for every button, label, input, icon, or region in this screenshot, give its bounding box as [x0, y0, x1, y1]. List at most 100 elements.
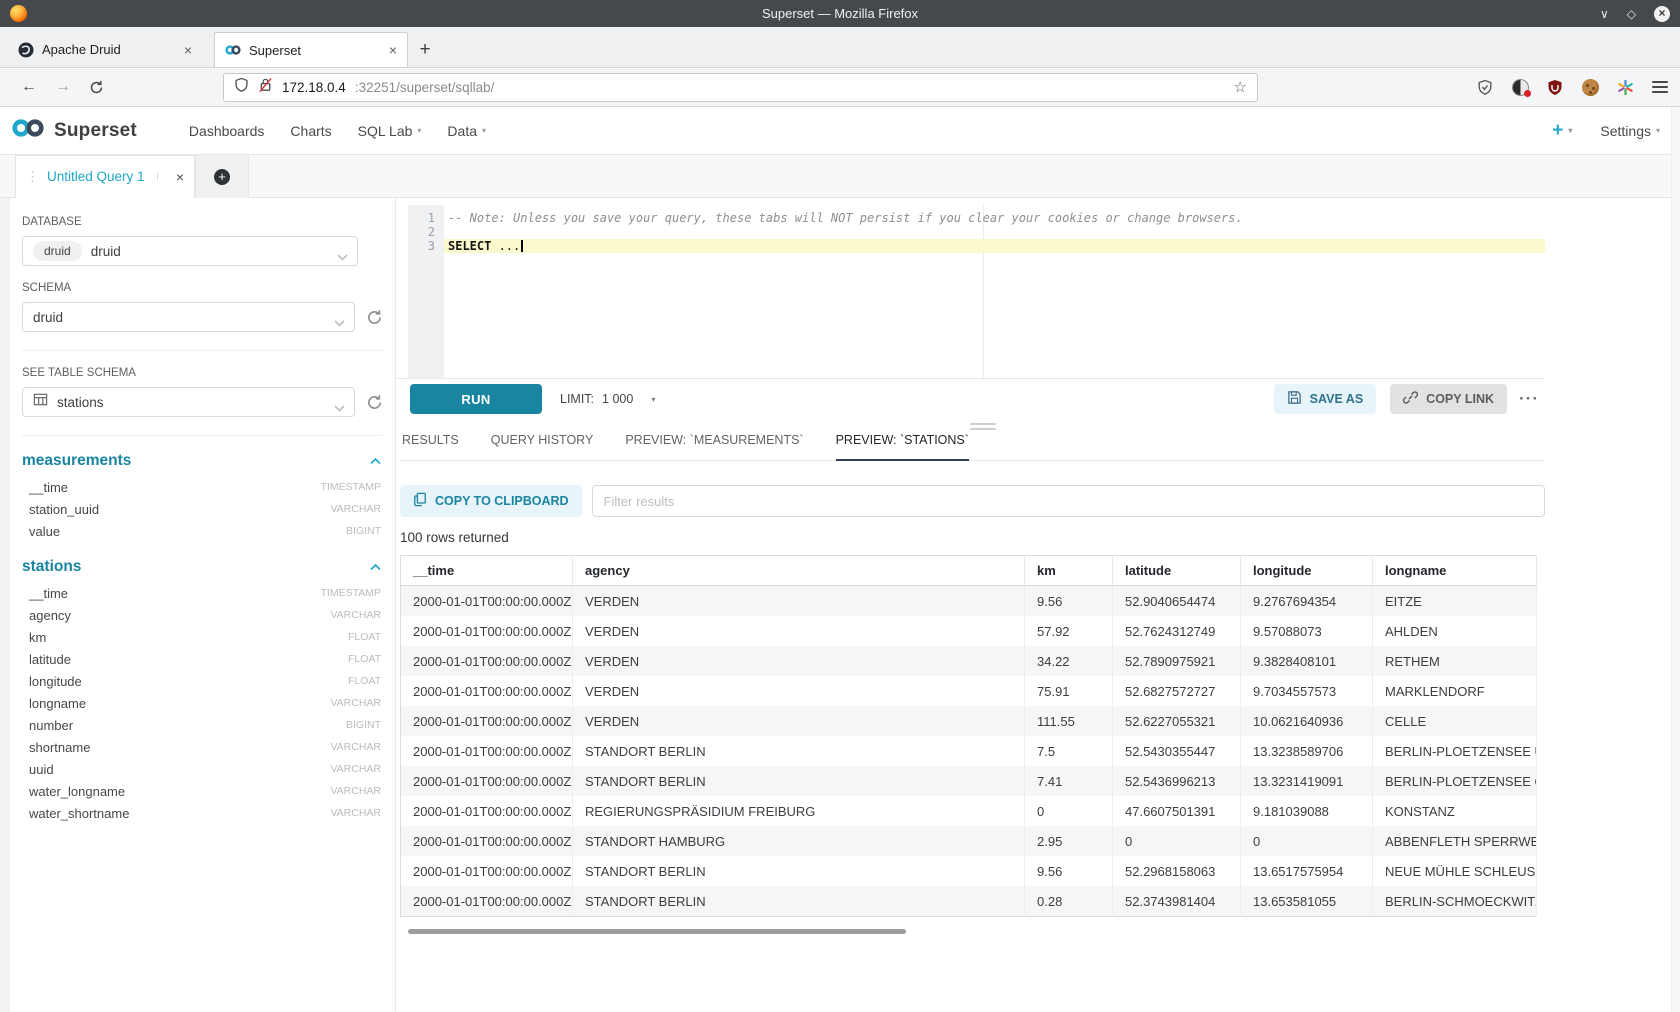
table-header-row: __time agency km latitude longitude long… [401, 556, 1537, 586]
ublock-extension-icon[interactable] [1546, 78, 1564, 96]
table-cell: 2000-01-01T00:00:00.000Z [401, 856, 573, 886]
save-as-button[interactable]: SAVE AS [1274, 384, 1377, 414]
column-header[interactable]: latitude [1113, 556, 1241, 586]
settings-menu[interactable]: Settings▾ [1600, 123, 1660, 139]
nav-item-sql-lab[interactable]: SQL Lab▾ [358, 123, 422, 139]
reload-button[interactable] [89, 80, 104, 95]
sql-editor[interactable]: 1 2 3 -- Note: Unless you save your quer… [396, 205, 1545, 378]
shield-extension-icon[interactable] [1476, 78, 1494, 96]
nav-item-data[interactable]: Data▾ [447, 123, 486, 139]
page-scrollbar[interactable] [1671, 107, 1680, 1012]
table-cell: REGIERUNGSPRÄSIDIUM FREIBURG [573, 796, 1025, 826]
column-row: longnameVARCHAR [22, 692, 383, 714]
run-button[interactable]: RUN [410, 384, 542, 414]
table-row: 2000-01-01T00:00:00.000ZVERDEN9.5652.904… [401, 586, 1537, 617]
column-header[interactable]: agency [573, 556, 1025, 586]
add-query-tab-button[interactable]: + [195, 155, 249, 198]
table-header-stations[interactable]: stations [22, 558, 381, 576]
filter-results-input[interactable] [592, 485, 1545, 517]
insecure-lock-icon[interactable] [258, 77, 273, 98]
browser-tab-apache-druid[interactable]: Apache Druid × [8, 32, 202, 67]
database-select[interactable]: druid druid [22, 236, 358, 266]
tab-close-icon[interactable]: × [184, 42, 192, 58]
chevron-up-icon[interactable] [370, 558, 381, 576]
limit-control[interactable]: LIMIT: 1 000 ▾ [560, 392, 655, 406]
schema-select[interactable]: druid [22, 302, 355, 332]
table-cell: 13.653581055 [1241, 886, 1373, 917]
menu-hamburger-icon[interactable] [1652, 81, 1668, 93]
table-cell: 52.9040654474 [1113, 586, 1241, 617]
back-button[interactable]: ← [21, 78, 37, 96]
editor-pane: 1 2 3 -- Note: Unless you save your quer… [396, 198, 1680, 1012]
bookmark-star-icon[interactable]: ☆ [1234, 78, 1247, 96]
copy-link-button[interactable]: COPY LINK [1390, 384, 1507, 414]
chevron-up-icon[interactable] [370, 452, 381, 470]
chevron-down-icon: ▾ [417, 126, 421, 135]
panel-resize-handle[interactable] [970, 423, 996, 433]
column-row: station_uuidVARCHAR [22, 498, 383, 520]
extension-icons [1476, 78, 1634, 96]
column-header[interactable]: km [1025, 556, 1113, 586]
cookie-extension-icon[interactable] [1581, 78, 1599, 96]
query-tab-close-icon[interactable]: × [176, 169, 184, 185]
column-header[interactable]: longname [1373, 556, 1537, 586]
window-maximize-icon[interactable]: ◇ [1627, 7, 1636, 21]
horizontal-scrollbar-thumb[interactable] [408, 929, 906, 934]
tab-preview-stations[interactable]: PREVIEW: `STATIONS` [836, 433, 969, 461]
limit-value: 1 000 [602, 392, 633, 406]
more-options-icon[interactable]: ··· [1519, 389, 1539, 409]
screen: Superset — Mozilla Firefox ∨ ◇ × Apache … [0, 0, 1680, 1012]
table-cell: VERDEN [573, 616, 1025, 646]
nav-item-dashboards[interactable]: Dashboards [189, 123, 265, 139]
table-row: 2000-01-01T00:00:00.000ZVERDEN34.2252.78… [401, 646, 1537, 676]
refresh-schema-icon[interactable] [366, 309, 383, 326]
url-input[interactable]: 172.18.0.4:32251/superset/sqllab/ ☆ [223, 73, 1258, 102]
new-item-button[interactable]: +▾ [1552, 120, 1572, 142]
table-header-measurements[interactable]: measurements [22, 452, 381, 470]
table-cell: BERLIN-PLOETZENSEE UP [1373, 736, 1537, 766]
chevron-down-icon: ▾ [482, 126, 486, 135]
browser-tab-superset[interactable]: Superset × [214, 32, 408, 67]
tab-preview-measurements[interactable]: PREVIEW: `MEASUREMENTS` [625, 433, 803, 460]
window-titlebar: Superset — Mozilla Firefox ∨ ◇ × [0, 0, 1680, 27]
table-cell: 9.2767694354 [1241, 586, 1373, 617]
column-header[interactable]: __time [401, 556, 573, 586]
tab-label: Superset [249, 43, 381, 58]
table-cell: 2000-01-01T00:00:00.000Z [401, 826, 573, 856]
table-cell: 9.181039088 [1241, 796, 1373, 826]
shield-icon[interactable] [234, 77, 249, 98]
mask-extension-icon[interactable] [1511, 78, 1529, 96]
table-cell: 47.6607501391 [1113, 796, 1241, 826]
window-minimize-icon[interactable]: ∨ [1600, 7, 1609, 21]
table-schema-select[interactable]: stations [22, 387, 355, 417]
superset-favicon-icon [225, 42, 241, 58]
query-tab-untitled-query-1[interactable]: ⋮ Untitled Query 1 × [15, 155, 195, 198]
table-cell: 52.3743981404 [1113, 886, 1241, 917]
table-cell: 0 [1113, 826, 1241, 856]
column-header[interactable]: longitude [1241, 556, 1373, 586]
chevron-down-icon: ▾ [651, 395, 655, 404]
forward-button[interactable]: → [55, 78, 71, 96]
colorful-asterisk-extension-icon[interactable] [1616, 78, 1634, 96]
column-row: shortnameVARCHAR [22, 736, 383, 758]
table-cell: VERDEN [573, 586, 1025, 617]
table-cell: 111.55 [1025, 706, 1113, 736]
table-cell: 2000-01-01T00:00:00.000Z [401, 886, 573, 917]
nav-item-charts[interactable]: Charts [290, 123, 331, 139]
editor-code[interactable]: -- Note: Unless you save your query, the… [444, 211, 1545, 253]
superset-logo-icon [10, 117, 46, 144]
new-tab-button[interactable]: + [408, 32, 442, 67]
tab-results[interactable]: RESULTS [402, 433, 459, 460]
copy-to-clipboard-button[interactable]: COPY TO CLIPBOARD [400, 485, 582, 517]
table-cell: NEUE MÜHLE SCHLEUSE OP [1373, 856, 1537, 886]
navbar-right: +▾ Settings▾ [1552, 120, 1660, 142]
refresh-table-icon[interactable] [366, 394, 383, 411]
tab-close-icon[interactable]: × [389, 42, 397, 58]
window-close-button[interactable]: × [1654, 6, 1670, 22]
superset-brand[interactable]: Superset [10, 117, 137, 144]
sidebar: DATABASE druid druid SCHEMA druid [10, 198, 396, 1012]
tab-query-history[interactable]: QUERY HISTORY [491, 433, 594, 460]
drag-handle-icon[interactable]: ⋮ [26, 169, 39, 185]
table-cell: 10.0621640936 [1241, 706, 1373, 736]
main-area: DATABASE druid druid SCHEMA druid [0, 198, 1680, 1012]
